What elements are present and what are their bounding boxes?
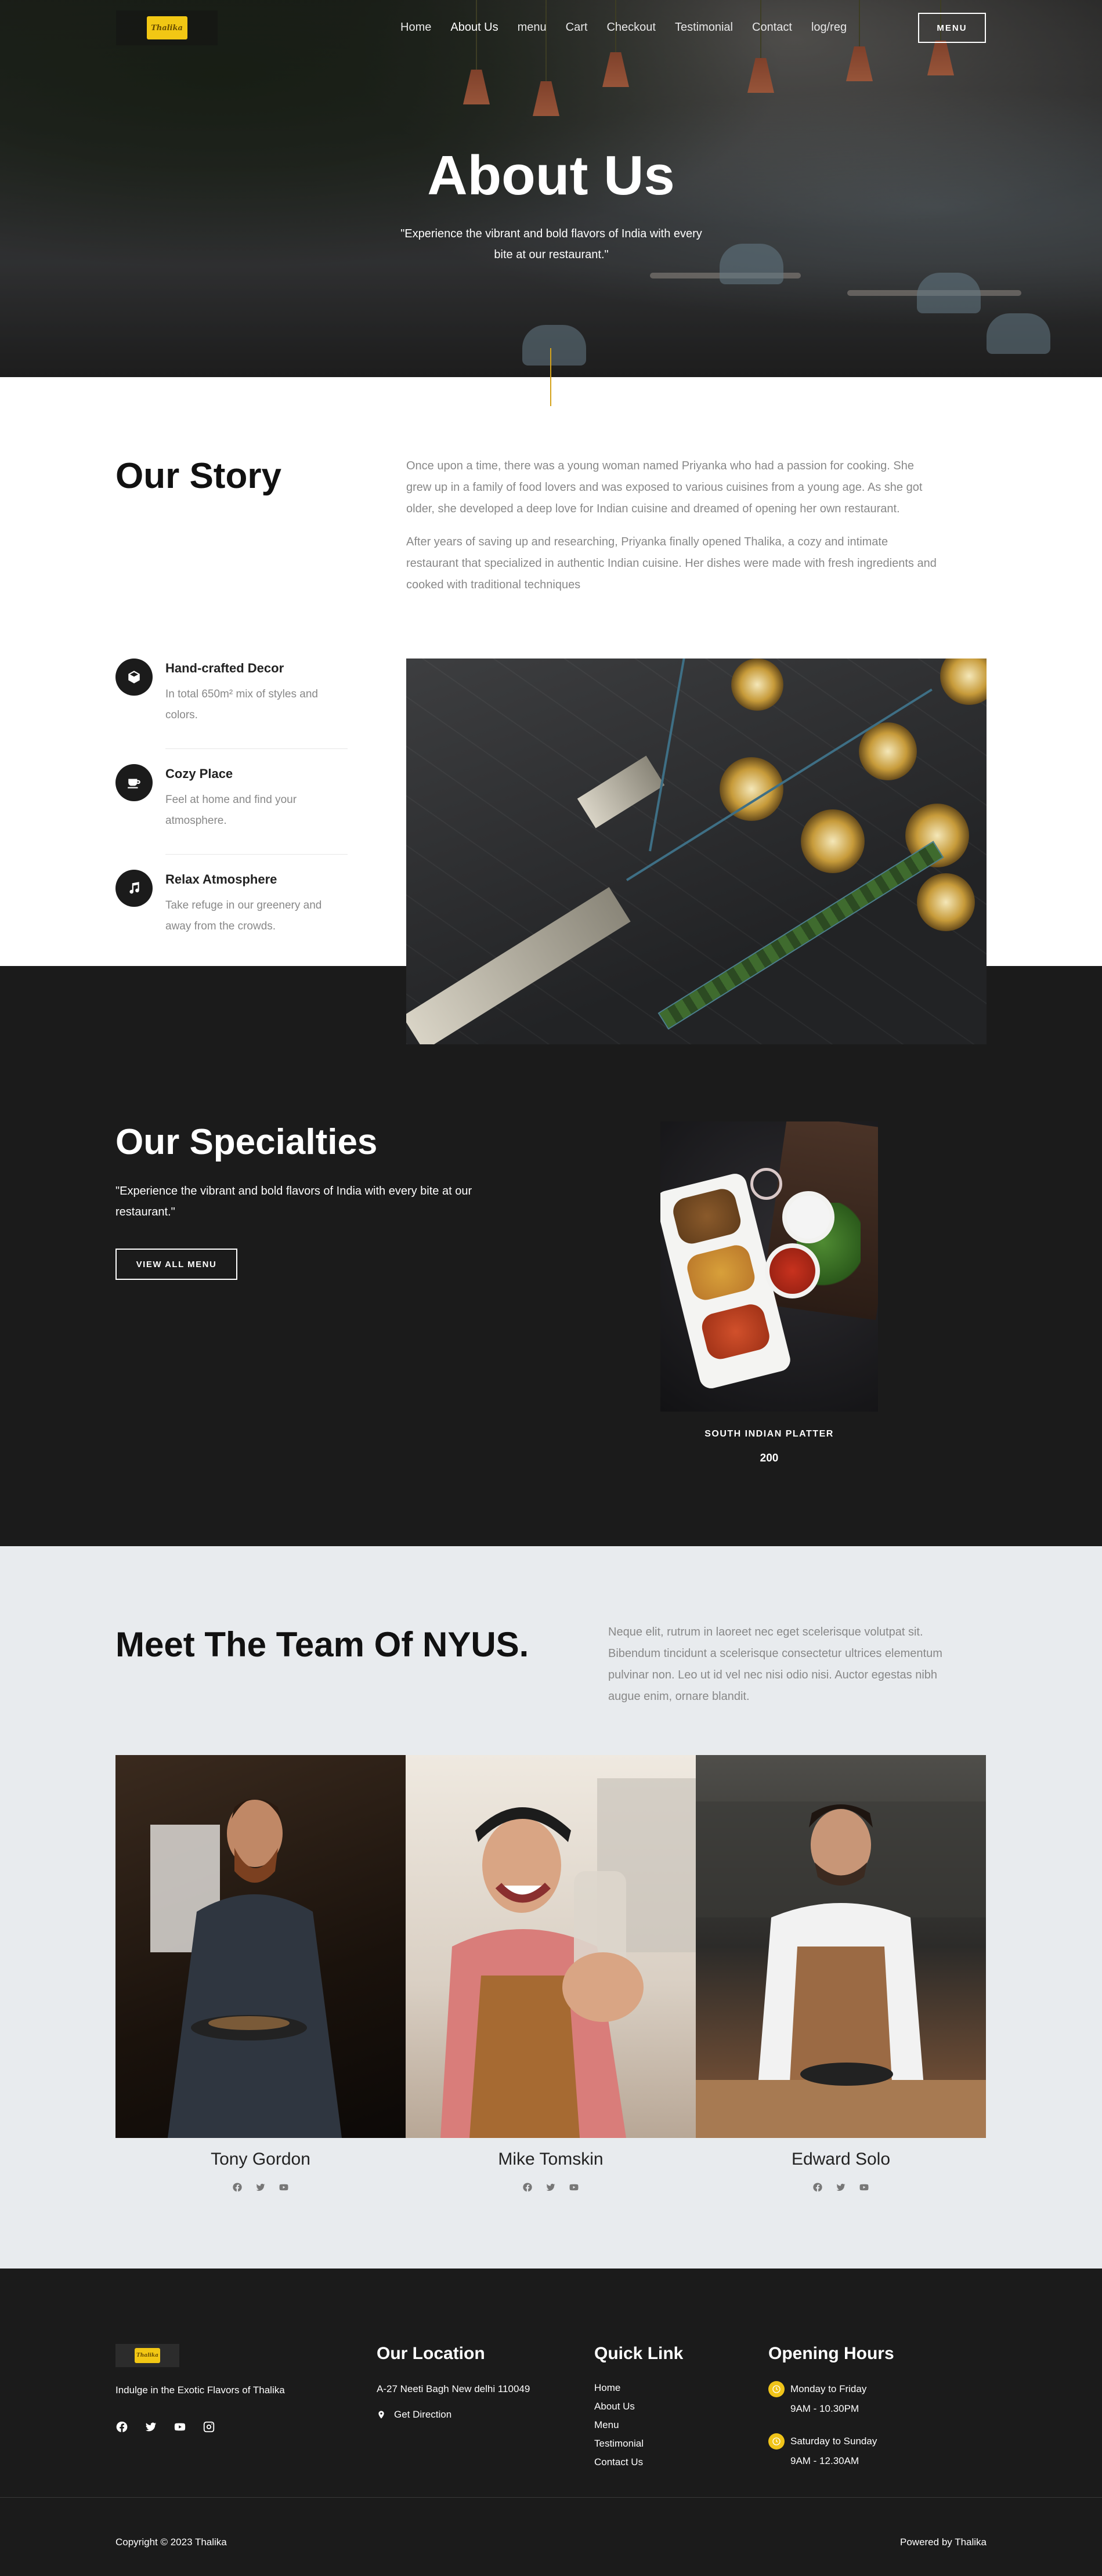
- specialties-quote: "Experience the vibrant and bold flavors…: [115, 1185, 472, 1218]
- page-title: About Us: [427, 144, 675, 207]
- twitter-icon[interactable]: [835, 2181, 847, 2193]
- dish-image[interactable]: [660, 1121, 878, 1412]
- member-name: Mike Tomskin: [498, 2150, 604, 2169]
- youtube-icon[interactable]: [568, 2181, 580, 2193]
- dish-price: 200: [760, 1452, 779, 1464]
- nav-link-menu[interactable]: menu: [518, 21, 547, 34]
- cube-icon: [115, 659, 153, 696]
- facebook-icon[interactable]: [232, 2181, 243, 2193]
- clock-icon: [768, 2381, 785, 2397]
- view-all-menu-button[interactable]: VIEW ALL MENU: [115, 1249, 237, 1280]
- location-address: A-27 Neeti Bagh New delhi 110049: [377, 2383, 530, 2394]
- clock-icon: [768, 2433, 785, 2450]
- site-logo[interactable]: Thalika: [116, 10, 218, 45]
- footer-logo[interactable]: Thalika: [115, 2344, 179, 2367]
- footer-link-about-us[interactable]: About Us: [594, 2397, 644, 2416]
- logo-text: Thalika: [151, 23, 183, 32]
- twitter-icon[interactable]: [144, 2421, 157, 2436]
- nav-link-about-us[interactable]: About Us: [450, 21, 498, 34]
- hours-time: 9AM - 10.30PM: [790, 2403, 859, 2414]
- nav-link-cart[interactable]: Cart: [566, 21, 588, 34]
- feature-desc: Feel at home and find your atmosphere.: [165, 794, 297, 827]
- coffee-cup-icon: [115, 764, 153, 801]
- team-section: Meet The Team Of NYUS. Neque elit, rutru…: [0, 1546, 1102, 2269]
- footer-link-menu[interactable]: Menu: [594, 2416, 644, 2434]
- footer-link-testimonial[interactable]: Testimonial: [594, 2434, 644, 2453]
- team-member-photo: [696, 1755, 986, 2138]
- footer-socials: [115, 2421, 215, 2436]
- facebook-icon[interactable]: [812, 2181, 823, 2193]
- feature-title: Relax Atmosphere: [165, 872, 277, 887]
- footer-tagline: Indulge in the Exotic Flavors of Thalika: [115, 2385, 285, 2396]
- story-title: Our Story: [115, 456, 281, 496]
- feature-divider: [165, 748, 348, 749]
- feature-title: Cozy Place: [165, 766, 233, 781]
- instagram-icon[interactable]: [203, 2421, 215, 2436]
- youtube-icon[interactable]: [858, 2181, 870, 2193]
- opening-hours-title: Opening Hours: [768, 2344, 894, 2363]
- copyright-text: Copyright © 2023 Thalika: [115, 2537, 227, 2548]
- feature-item: Relax Atmosphere Take refuge in our gree…: [115, 870, 348, 975]
- twitter-icon[interactable]: [545, 2181, 557, 2193]
- nav-link-contact[interactable]: Contact: [752, 21, 792, 34]
- dish-name: SOUTH INDIAN PLATTER: [704, 1429, 834, 1439]
- quick-links: Home About Us Menu Testimonial Contact U…: [594, 2379, 644, 2472]
- hours-days: Monday to Friday: [790, 2383, 867, 2394]
- feature-divider: [165, 854, 348, 855]
- hours-time: 9AM - 12.30AM: [790, 2455, 859, 2466]
- nav-link-login-register[interactable]: log/reg: [811, 21, 847, 34]
- get-direction-link[interactable]: Get Direction: [377, 2409, 451, 2421]
- story-paragraph: After years of saving up and researching…: [406, 536, 937, 591]
- specialties-section: Our Specialties "Experience the vibrant …: [0, 966, 1102, 1546]
- facebook-icon[interactable]: [522, 2181, 533, 2193]
- twitter-icon[interactable]: [255, 2181, 266, 2193]
- powered-by-text: Powered by Thalika: [900, 2537, 987, 2548]
- footer-link-home[interactable]: Home: [594, 2379, 644, 2397]
- feature-list: Hand-crafted Decor In total 650m² mix of…: [115, 659, 348, 975]
- member-socials: [115, 2181, 406, 2193]
- music-note-icon: [115, 870, 153, 907]
- story-paragraph: Once upon a time, there was a young woma…: [406, 460, 923, 515]
- member-socials: [696, 2181, 986, 2193]
- nav-link-testimonial[interactable]: Testimonial: [675, 21, 733, 34]
- story-text: Once upon a time, there was a young woma…: [406, 455, 940, 596]
- nav-link-home[interactable]: Home: [400, 21, 431, 34]
- logo-mark: Thalika: [135, 2348, 160, 2363]
- team-description: Neque elit, rutrum in laoreet nec eget s…: [608, 1626, 942, 1703]
- youtube-icon[interactable]: [174, 2421, 186, 2436]
- quick-link-title: Quick Link: [594, 2344, 684, 2363]
- our-story-section: Our Story Once upon a time, there was a …: [0, 377, 1102, 1044]
- feature-item: Cozy Place Feel at home and find your at…: [115, 764, 348, 870]
- divider-line: [550, 348, 551, 406]
- get-direction-label: Get Direction: [394, 2409, 452, 2420]
- team-member-photo: [406, 1755, 696, 2138]
- feature-desc: In total 650m² mix of styles and colors.: [165, 688, 318, 721]
- nav-links: Home About Us menu Cart Checkout Testimo…: [400, 21, 866, 34]
- logo-mark: Thalika: [146, 16, 187, 39]
- feature-title: Hand-crafted Decor: [165, 661, 284, 675]
- specialties-title: Our Specialties: [115, 1122, 378, 1162]
- map-pin-icon: [378, 2411, 384, 2419]
- hours-days: Saturday to Sunday: [790, 2436, 877, 2447]
- menu-button[interactable]: MENU: [918, 13, 986, 43]
- hero-subtitle: "Experience the vibrant and bold flavors…: [400, 227, 702, 261]
- feature-desc: Take refuge in our greenery and away fro…: [165, 899, 322, 932]
- feature-item: Hand-crafted Decor In total 650m² mix of…: [115, 659, 348, 764]
- footer-link-contact-us[interactable]: Contact Us: [594, 2453, 644, 2472]
- main-navbar: Thalika Home About Us menu Cart Checkout…: [0, 0, 1102, 58]
- member-name: Tony Gordon: [211, 2150, 310, 2169]
- facebook-icon[interactable]: [115, 2421, 128, 2436]
- member-socials: [406, 2181, 696, 2193]
- hero-section: Thalika Home About Us menu Cart Checkout…: [0, 0, 1102, 377]
- team-member-photo: [115, 1755, 406, 2138]
- youtube-icon[interactable]: [278, 2181, 290, 2193]
- member-name: Edward Solo: [791, 2150, 891, 2169]
- footer-divider: [0, 2497, 1102, 2498]
- site-footer: Thalika Indulge in the Exotic Flavors of…: [0, 2269, 1102, 2576]
- restaurant-overhead-image: [406, 659, 987, 1044]
- logo-text: Thalika: [136, 2353, 158, 2358]
- nav-link-checkout[interactable]: Checkout: [606, 21, 656, 34]
- team-title: Meet The Team Of NYUS.: [115, 1625, 529, 1664]
- location-title: Our Location: [377, 2344, 485, 2363]
